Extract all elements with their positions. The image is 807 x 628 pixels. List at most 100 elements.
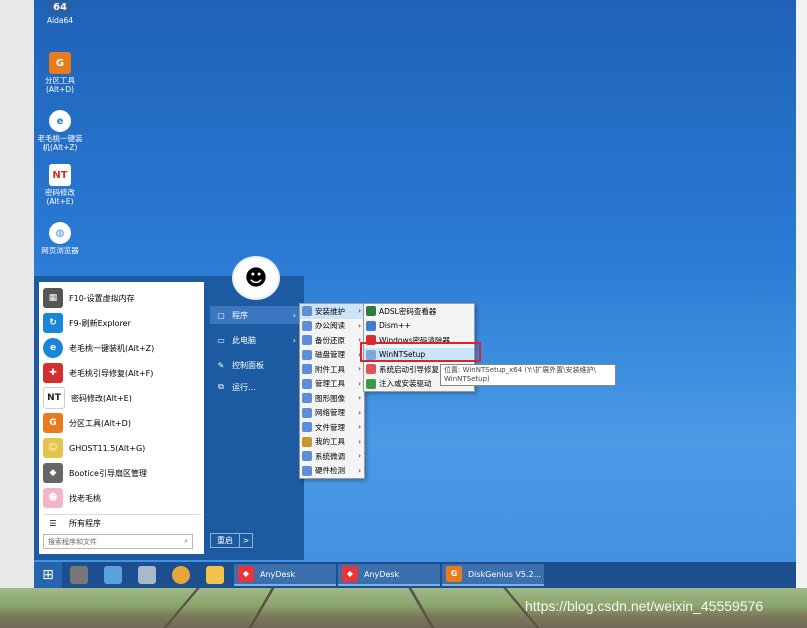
user-avatar: ☻ xyxy=(232,256,280,300)
left-window-edge xyxy=(0,0,34,588)
taskbar-computer-button[interactable] xyxy=(96,562,130,588)
start-item-find-laomaotao[interactable]: ☻ 找老毛桃 xyxy=(43,486,201,510)
restart-options-button[interactable]: > xyxy=(240,533,253,548)
programs-item-network[interactable]: 网络管理 › xyxy=(300,406,364,421)
submenu-label: 系统启动引导修复 xyxy=(379,364,439,374)
ghost-icon: ☺ xyxy=(43,438,63,458)
install-item-adsl[interactable]: ADSL密码查看器 xyxy=(364,304,474,319)
programs-item-install-maintenance[interactable]: 安装维护 › xyxy=(300,304,364,319)
install-item-dism[interactable]: Dism++ xyxy=(364,319,474,334)
start-menu-right-pane: ▢ 程序 › ▭ 此电脑 › ✎ 控制面板 ⧉ 运行... 重启 > xyxy=(206,276,304,560)
right-window-edge xyxy=(796,0,807,588)
chevron-right-icon: › xyxy=(358,307,361,316)
programs-item-accessories[interactable]: 附件工具 › xyxy=(300,362,364,377)
start-item-refresh-explorer[interactable]: ↻ F9-刷新Explorer xyxy=(43,311,201,335)
programs-item-disk[interactable]: 磁盘管理 › xyxy=(300,348,364,363)
start-item-ghost[interactable]: ☺ GHOST11.5(Alt+G) xyxy=(43,436,201,460)
programs-item-my-tools[interactable]: 我的工具 › xyxy=(300,435,364,450)
gear-icon xyxy=(366,320,376,331)
start-search-input[interactable]: 搜索程序和文件 ⌕ xyxy=(43,534,193,549)
install-icon: e xyxy=(43,338,63,358)
start-item-label: 老毛桃一键装机(Alt+Z) xyxy=(69,343,155,353)
chevron-right-icon: › xyxy=(358,379,361,388)
start-item-bootice[interactable]: ◆ Bootice引导扇区管理 xyxy=(43,461,201,485)
refresh-icon: ↻ xyxy=(43,313,63,333)
programs-item-graphics[interactable]: 图形图像 › xyxy=(300,391,364,406)
nt-password-icon: NT xyxy=(43,387,65,409)
watermark: https://blog.csdn.net/weixin_45559576 xyxy=(525,598,764,614)
folder-icon xyxy=(302,407,312,418)
folder-icon xyxy=(302,393,312,404)
programs-item-admin[interactable]: 管理工具 › xyxy=(300,377,364,392)
tooltip: 位置: WinNTSetup_x64 (Y:\扩展外置\安装维护\ WinNTS… xyxy=(440,364,616,386)
submenu-label: 注入或安装驱动 xyxy=(379,379,432,389)
desktop-icon-one-click-install[interactable]: e 老毛桃一键装机(Alt+Z) xyxy=(35,110,85,152)
desktop-icon-partition-tool[interactable]: G 分区工具(Alt+D) xyxy=(35,52,85,94)
list-icon: ☰ xyxy=(49,518,57,528)
computer-icon: ▭ xyxy=(217,335,225,345)
install-icon: e xyxy=(49,110,71,132)
taskbar-app-anydesk-1[interactable]: ◆ AnyDesk xyxy=(234,564,336,586)
chevron-right-icon: › xyxy=(358,423,361,432)
programs-item-tweaks[interactable]: 系统微调 › xyxy=(300,449,364,464)
scanner-icon xyxy=(138,566,156,584)
submenu-label: ADSL密码查看器 xyxy=(379,306,437,316)
taskbar-search-button[interactable] xyxy=(164,562,198,588)
start-right-item-programs[interactable]: ▢ 程序 › xyxy=(210,306,300,324)
taskbar-app-diskgenius[interactable]: G DiskGenius V5.2... xyxy=(442,564,544,586)
submenu-label: 文件管理 xyxy=(315,422,345,432)
restart-button[interactable]: 重启 xyxy=(210,533,240,548)
desktop-icon-label: 密码修改(Alt+E) xyxy=(45,188,75,206)
start-right-item-control-panel[interactable]: ✎ 控制面板 xyxy=(210,356,300,374)
folder-icon xyxy=(302,451,312,462)
programs-item-office[interactable]: 办公阅读 › xyxy=(300,319,364,334)
programs-item-files[interactable]: 文件管理 › xyxy=(300,420,364,435)
nt-password-icon: NT xyxy=(49,164,71,186)
submenu-label: 管理工具 xyxy=(315,379,345,389)
folder-icon xyxy=(302,422,312,433)
programs-submenu: 安装维护 › 办公阅读 › 备份还原 › 磁盘管理 › 附件工具 › 管理工具 › 图形图像… xyxy=(299,303,365,479)
start-item-label: GHOST11.5(Alt+G) xyxy=(69,443,146,453)
submenu-label: Dism++ xyxy=(379,321,411,331)
taskbar-memory-button[interactable] xyxy=(62,562,96,588)
desktop-icon-password-change[interactable]: NT 密码修改(Alt+E) xyxy=(35,164,85,206)
desktop-icon-label: 分区工具(Alt+D) xyxy=(45,76,75,94)
start-item-label: 找老毛桃 xyxy=(69,493,101,503)
chevron-right-icon: › xyxy=(358,321,361,330)
desktop-icon-browser[interactable]: ◍ 网页浏览器 xyxy=(35,222,85,255)
chevron-right-icon: › xyxy=(358,365,361,374)
programs-item-backup[interactable]: 备份还原 › xyxy=(300,333,364,348)
boot-repair-icon xyxy=(366,364,376,375)
start-right-item-label: 控制面板 xyxy=(232,360,264,370)
start-right-item-this-pc[interactable]: ▭ 此电脑 › xyxy=(210,331,300,349)
chevron-right-icon: › xyxy=(292,335,296,345)
desktop-icon-label: 网页浏览器 xyxy=(41,246,79,255)
boot-repair-icon: ✚ xyxy=(43,363,63,383)
start-right-item-label: 运行... xyxy=(232,382,256,392)
start-item-boot-repair[interactable]: ✚ 老毛桃引导修复(Alt+F) xyxy=(43,361,201,385)
start-right-item-run[interactable]: ⧉ 运行... xyxy=(210,378,300,396)
chevron-right-icon: › xyxy=(358,466,361,475)
taskbar-app-anydesk-2[interactable]: ◆ AnyDesk xyxy=(338,564,440,586)
desktop-icon-label: Aida64 xyxy=(46,16,74,25)
search-placeholder: 搜索程序和文件 xyxy=(48,537,97,546)
taskbar-scanner-button[interactable] xyxy=(130,562,164,588)
highlight-box xyxy=(360,342,481,362)
programs-item-hardware[interactable]: 硬件检测 › xyxy=(300,464,364,479)
start-item-label: 分区工具(Alt+D) xyxy=(69,418,131,428)
start-item-one-click-install[interactable]: e 老毛桃一键装机(Alt+Z) xyxy=(43,336,201,360)
chevron-right-icon: › xyxy=(358,408,361,417)
start-item-virtual-memory[interactable]: ▦ F10-设置虚拟内存 xyxy=(43,286,201,310)
start-item-password-change[interactable]: NT 密码修改(Alt+E) xyxy=(43,386,201,410)
submenu-label: 系统微调 xyxy=(315,451,345,461)
run-icon: ⧉ xyxy=(218,382,224,391)
folder-icon xyxy=(302,364,312,375)
desktop-icon-aida64[interactable]: 64 Aida64 xyxy=(35,0,85,25)
all-programs-item[interactable]: ☰ 所有程序 xyxy=(43,514,201,531)
restart-group: 重启 > xyxy=(210,533,253,548)
taskbar-app-label: AnyDesk xyxy=(364,569,400,579)
start-item-partition-tool[interactable]: G 分区工具(Alt+D) xyxy=(43,411,201,435)
folder-icon xyxy=(302,335,312,346)
start-button[interactable]: ⊞ xyxy=(34,562,62,588)
taskbar-folder-button[interactable] xyxy=(198,562,232,588)
